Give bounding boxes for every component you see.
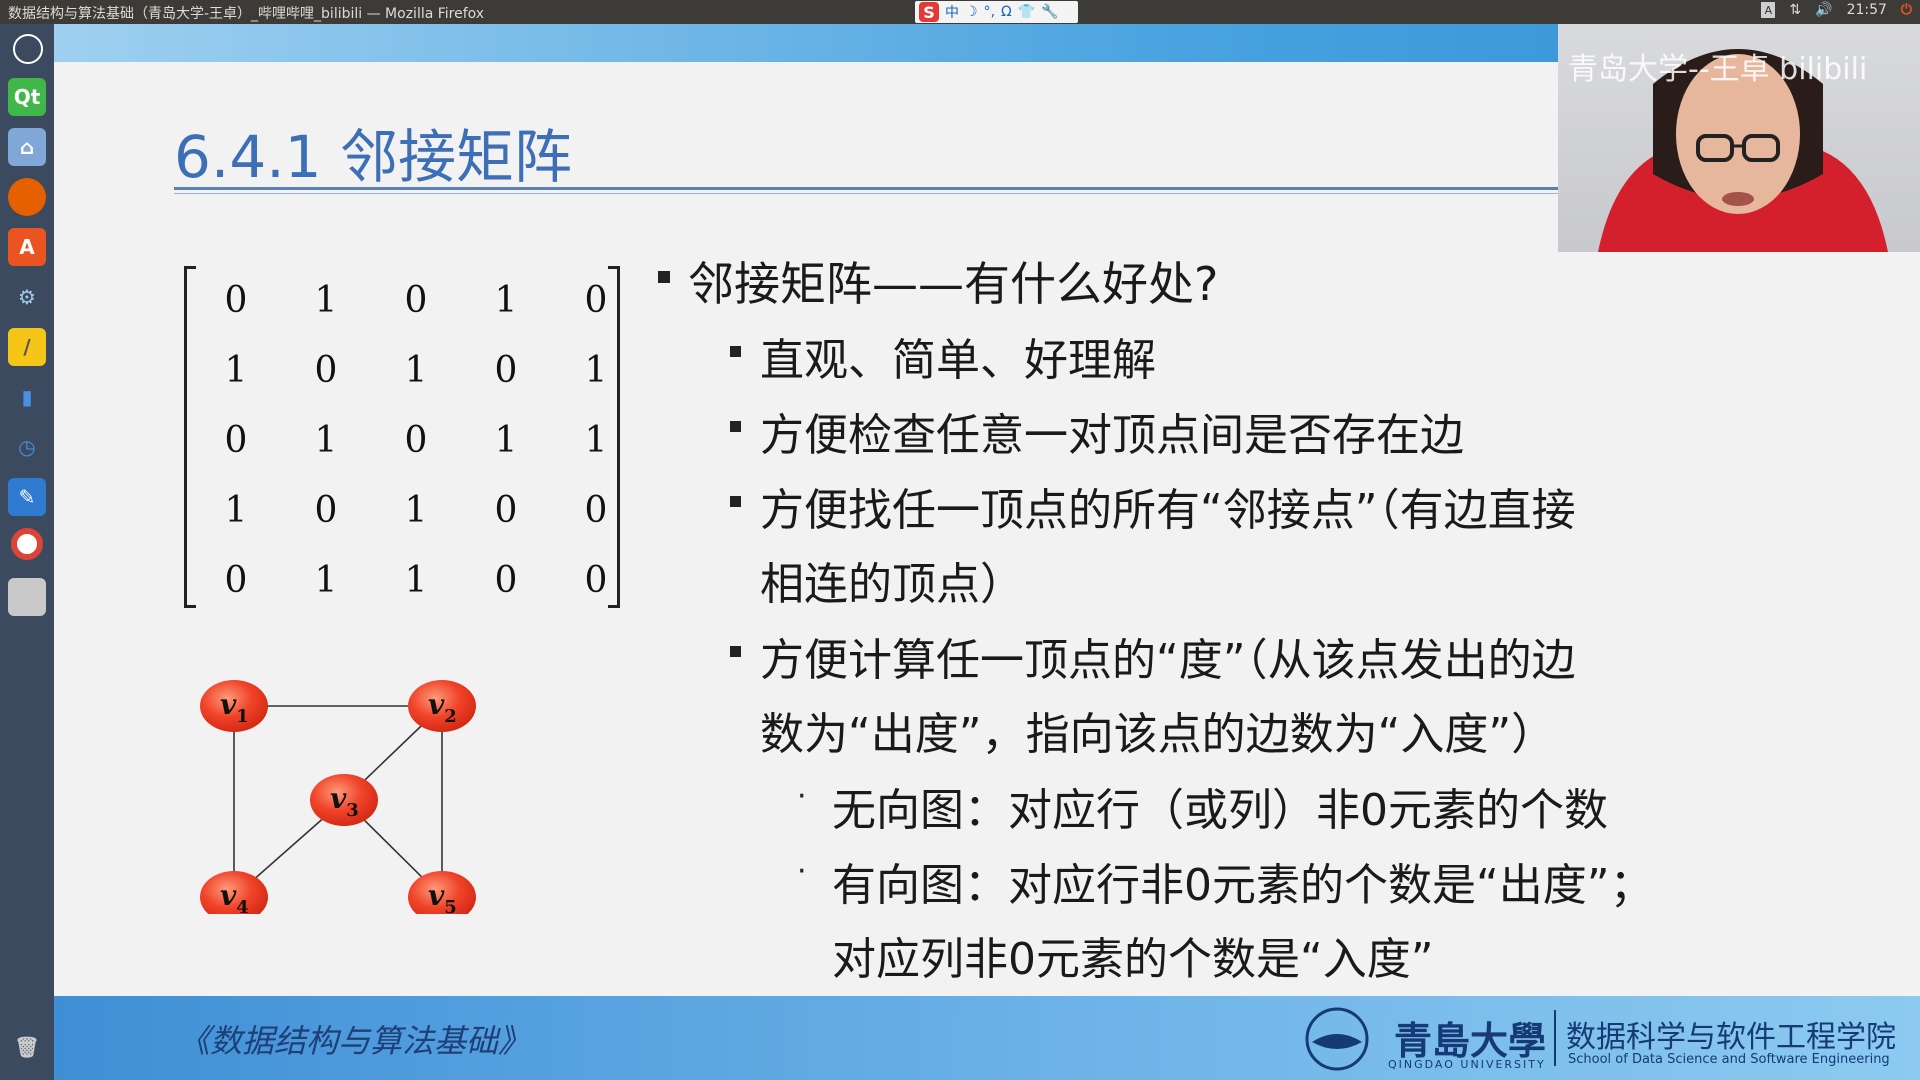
keyboard-layout-icon[interactable]: A <box>1761 2 1776 18</box>
sogou-logo-icon[interactable]: S <box>919 2 939 22</box>
university-name-en: QINGDAO UNIVERSITY <box>1388 1058 1546 1071</box>
bullet-sub3-line1: 方便找任一顶点的所有“邻接点”（有边直接 <box>760 485 1576 536</box>
top-panel: 数据结构与算法基础（青岛大学-王卓）_哔哩哔哩_bilibili — Mozil… <box>0 0 1920 24</box>
matrix-cell: 1 <box>404 350 428 391</box>
bullet-marker <box>730 421 741 432</box>
matrix-cell: 0 <box>584 490 608 531</box>
matrix-cell: 0 <box>584 560 608 601</box>
system-tray: A ⇅ 🔊 21:57 ⏻ <box>1761 2 1912 18</box>
university-logo-icon <box>1305 1007 1369 1071</box>
heading-rule-thin <box>174 193 1574 194</box>
matrix-cell: 1 <box>224 350 248 391</box>
matrix-cell: 1 <box>494 420 518 461</box>
bullet-marker <box>658 271 670 283</box>
graph-node-v5: v5 <box>408 871 476 914</box>
matrix-cell: 1 <box>314 280 338 321</box>
course-title: 《数据结构与算法基础》 <box>178 1022 531 1060</box>
matrix-cell: 0 <box>314 350 338 391</box>
editor-icon[interactable]: ✎ <box>8 478 46 516</box>
window-title: 数据结构与算法基础（青岛大学-王卓）_哔哩哔哩_bilibili — Mozil… <box>8 6 485 22</box>
chrome-icon[interactable] <box>11 528 43 560</box>
matrix-cell: 1 <box>494 280 518 321</box>
bullet-sub4-line1: 方便计算任一顶点的“度”（从该点发出的边 <box>760 635 1576 686</box>
settings-icon[interactable]: ⚙ <box>8 278 46 316</box>
footer-divider <box>1554 1010 1556 1066</box>
volume-icon[interactable]: 🔊 <box>1815 2 1832 18</box>
ubuntu-icon[interactable] <box>13 34 43 64</box>
matrix-cell: 1 <box>314 560 338 601</box>
bullet-sub4b-line2: 对应列非0元素的个数是“入度” <box>832 934 1434 985</box>
network-icon[interactable]: ⇅ <box>1789 2 1801 18</box>
slide-footer: 《数据结构与算法基础》 青島大學 QINGDAO UNIVERSITY 数据科学… <box>54 996 1920 1080</box>
clock[interactable]: 21:57 <box>1847 2 1887 18</box>
bullet-sub3-line2: 相连的顶点） <box>760 559 1024 610</box>
bullet-dot: · <box>797 854 807 889</box>
school-name-en: School of Data Science and Software Engi… <box>1568 1052 1890 1067</box>
bullet-sub4-line2: 数为“出度”，指向该点的边数为“入度”） <box>760 709 1556 760</box>
bullet-marker <box>730 346 741 357</box>
matrix-cell: 0 <box>494 560 518 601</box>
bullet-marker <box>730 496 741 507</box>
graph-diagram: v1 v2 v3 v4 v5 <box>200 680 476 914</box>
matrix-cell: 0 <box>494 490 518 531</box>
bullet-sub4a: 无向图：对应行（或列）非0元素的个数 <box>832 785 1608 836</box>
ime-punct-icon[interactable]: °, <box>984 4 995 20</box>
matrix-cell: 0 <box>224 560 248 601</box>
webcam-overlay: 青岛大学--王卓 bilibili <box>1558 24 1920 252</box>
ime-mode-chinese[interactable]: 中 <box>945 2 959 22</box>
matrix-cell: 0 <box>314 490 338 531</box>
matrix-cell: 1 <box>314 420 338 461</box>
university-name: 青島大學 <box>1394 1018 1547 1063</box>
matrix-cell: 0 <box>224 280 248 321</box>
heading-rule <box>174 187 1574 190</box>
graph-node-v2: v2 <box>408 680 476 732</box>
launcher: Qt ⌂ A ⚙ / ▮ ◷ ✎ 🗑 <box>0 24 54 1080</box>
matrix-cell: 1 <box>584 420 608 461</box>
bullet-dot: · <box>797 779 807 814</box>
bullet-sub1: 直观、简单、好理解 <box>760 335 1156 386</box>
graph-node-v3: v3 <box>310 774 378 826</box>
ime-symbol-icon[interactable]: Ω <box>1001 4 1012 20</box>
graph-node-v4: v4 <box>200 871 268 914</box>
video-watermark: 青岛大学--王卓 bilibili <box>1568 52 1868 87</box>
notes-icon[interactable]: / <box>8 328 46 366</box>
monitor-icon[interactable]: ▮ <box>8 378 46 416</box>
matrix-cell: 1 <box>404 490 428 531</box>
bullet-main: 邻接矩阵——有什么好处? <box>688 257 1219 311</box>
firefox-icon[interactable] <box>8 178 46 216</box>
matrix-cell: 0 <box>494 350 518 391</box>
bullet-sub4b-line1: 有向图：对应行非0元素的个数是“出度”； <box>832 860 1654 911</box>
bullet-marker <box>730 646 741 657</box>
matrix-cell: 0 <box>404 280 428 321</box>
ime-tools-icon[interactable]: 🔧 <box>1041 4 1058 20</box>
clock-icon[interactable]: ◷ <box>8 428 46 466</box>
adjacency-matrix: 0 1 0 1 0 1 0 1 0 1 0 1 0 1 1 1 0 1 0 0 0 1 1 0 0 <box>184 266 620 608</box>
software-center-icon[interactable]: A <box>8 228 46 266</box>
drive-icon[interactable] <box>8 578 46 616</box>
graph-node-v1: v1 <box>200 680 268 732</box>
trash-icon[interactable]: 🗑 <box>8 1028 46 1066</box>
power-icon[interactable]: ⏻ <box>1901 2 1912 18</box>
matrix-cell: 0 <box>404 420 428 461</box>
qt-icon[interactable]: Qt <box>8 78 46 116</box>
matrix-left-bracket <box>184 266 196 608</box>
slide-heading: 6.4.1 邻接矩阵 <box>174 123 573 191</box>
input-method-toolbar[interactable]: S 中 ☽ °, Ω 👕 🔧 <box>915 1 1078 23</box>
matrix-cell: 1 <box>404 560 428 601</box>
ime-skin-icon[interactable]: 👕 <box>1018 4 1035 20</box>
matrix-cell: 0 <box>224 420 248 461</box>
matrix-cell: 1 <box>584 350 608 391</box>
ime-moon-icon[interactable]: ☽ <box>965 4 978 20</box>
bullet-sub2: 方便检查任意一对顶点间是否存在边 <box>760 410 1464 461</box>
school-name: 数据科学与软件工程学院 <box>1566 1020 1896 1055</box>
files-icon[interactable]: ⌂ <box>8 128 46 166</box>
matrix-cell: 0 <box>584 280 608 321</box>
matrix-cell: 1 <box>224 490 248 531</box>
